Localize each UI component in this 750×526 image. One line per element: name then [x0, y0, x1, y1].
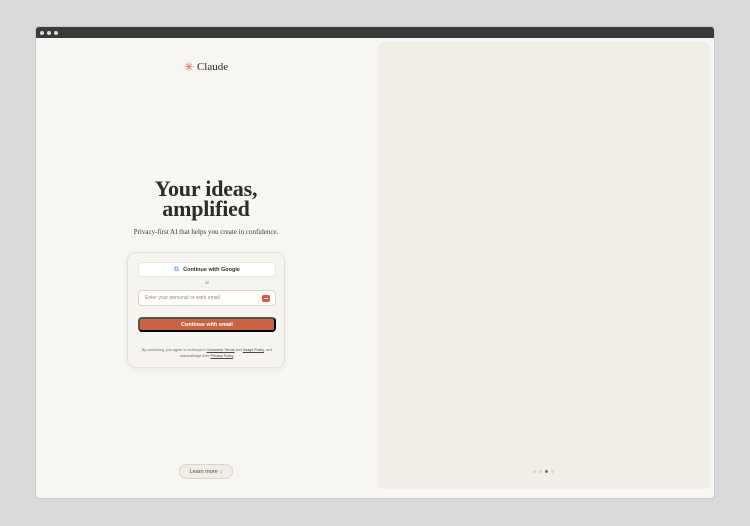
headline-line-2: amplified [162, 196, 250, 221]
google-button-label: Continue with Google [183, 266, 240, 273]
window-control-dot[interactable] [54, 30, 58, 35]
privacy-policy-link[interactable]: Privacy Policy [211, 354, 234, 358]
carousel-pagination [533, 470, 554, 473]
learn-more-button[interactable]: Learn more ↓ [179, 464, 233, 479]
carousel-dot[interactable] [551, 470, 554, 473]
window-control-dot[interactable] [47, 30, 51, 35]
login-card: G Continue with Google or Enter your per… [127, 252, 285, 368]
page-headline: Your ideas, amplified [36, 178, 376, 221]
carousel-dot[interactable] [533, 470, 536, 473]
usage-policy-link[interactable]: Usage Policy [243, 348, 264, 352]
learn-more-label: Learn more [189, 468, 218, 475]
continue-with-email-button[interactable]: Continue with email [138, 317, 276, 332]
google-icon: G [174, 266, 180, 273]
page-subheadline: Privacy-first AI that helps you create i… [133, 228, 279, 236]
consumer-terms-link[interactable]: Consumer Terms [207, 348, 235, 352]
claude-logo: ✳ Claude [36, 61, 376, 73]
arrow-down-icon: ↓ [219, 468, 223, 475]
browser-window: ✳ Claude Your ideas, amplified Privacy-f… [36, 27, 714, 498]
carousel-dot[interactable] [539, 470, 542, 473]
email-field[interactable]: Enter your personal or work email [138, 290, 276, 306]
carousel-dot-active[interactable] [545, 470, 548, 473]
terms-text: By continuing, you agree to Anthropic's … [141, 348, 273, 358]
continue-with-google-button[interactable]: G Continue with Google [138, 262, 276, 277]
feature-preview-panel [378, 42, 710, 489]
email-placeholder: Enter your personal or work email [145, 295, 220, 301]
login-panel: ✳ Claude Your ideas, amplified Privacy-f… [36, 38, 376, 498]
window-titlebar [36, 27, 714, 38]
or-divider: or [204, 280, 209, 285]
starburst-icon: ✳ [183, 60, 194, 74]
window-control-dot[interactable] [40, 30, 44, 35]
password-manager-icon[interactable] [262, 295, 270, 302]
brand-name: Claude [196, 61, 229, 73]
